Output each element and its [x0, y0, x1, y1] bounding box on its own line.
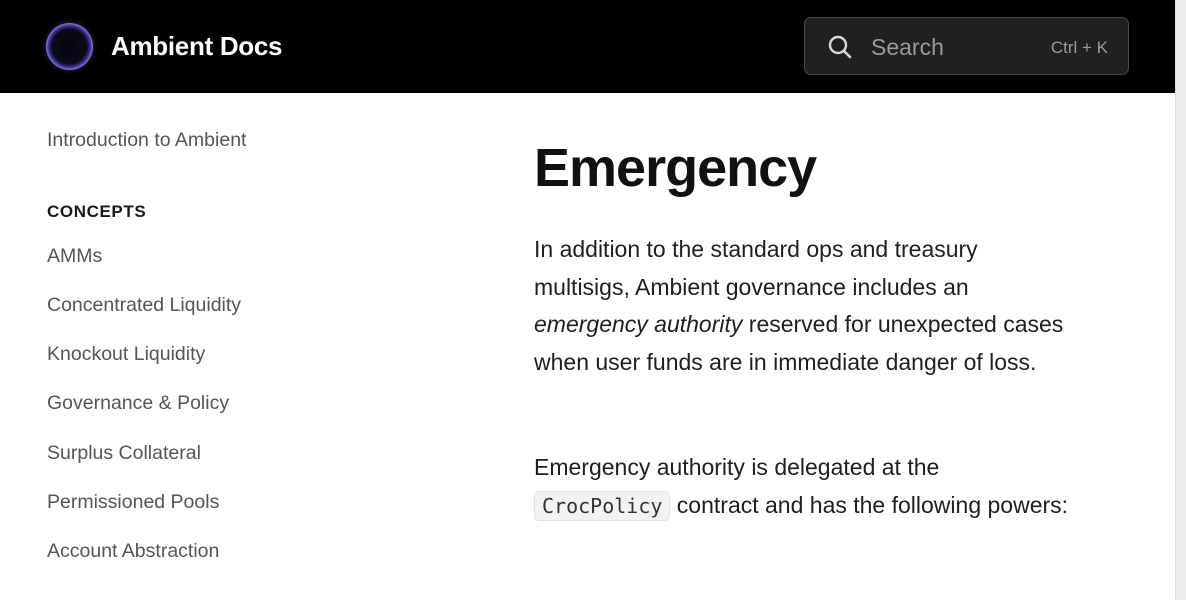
- sidebar-item-governance-policy[interactable]: Governance & Policy: [47, 390, 229, 416]
- ambient-logo-icon[interactable]: [46, 23, 93, 70]
- sidebar-item-account-abstraction[interactable]: Account Abstraction: [47, 538, 219, 564]
- sidebar-item-knockout-liquidity[interactable]: Knockout Liquidity: [47, 341, 205, 367]
- page-title: Emergency: [534, 138, 817, 198]
- intro-paragraph: In addition to the standard ops and trea…: [534, 231, 1074, 381]
- sidebar-item-permissioned-pools[interactable]: Permissioned Pools: [47, 489, 219, 515]
- powers-text-start: Emergency authority is delegated at the: [534, 454, 940, 480]
- sidebar-item-concentrated-liquidity[interactable]: Concentrated Liquidity: [47, 292, 241, 318]
- crocpolicy-code: CrocPolicy: [534, 490, 671, 521]
- page-scrollbar[interactable]: [1175, 0, 1186, 600]
- emergency-authority-emphasis: emergency authority: [534, 311, 743, 338]
- intro-text-start: In addition to the standard ops and trea…: [534, 236, 978, 300]
- sidebar-item-surplus-collateral[interactable]: Surplus Collateral: [47, 440, 201, 466]
- search-icon: [828, 35, 852, 59]
- powers-paragraph: Emergency authority is delegated at the …: [534, 449, 1074, 525]
- sidebar-item-amms[interactable]: AMMs: [47, 243, 102, 269]
- sidebar-item-introduction[interactable]: Introduction to Ambient: [47, 127, 246, 153]
- search-shortcut-hint: Ctrl + K: [1050, 38, 1108, 57]
- search-box[interactable]: Search Ctrl + K: [804, 17, 1129, 75]
- sidebar-section-concepts: CONCEPTS: [47, 202, 147, 221]
- site-title[interactable]: Ambient Docs: [111, 29, 283, 63]
- search-placeholder: Search: [871, 34, 944, 60]
- top-navbar: Ambient Docs Search Ctrl + K: [0, 0, 1175, 93]
- powers-text-end: contract and has the following powers:: [670, 491, 1069, 518]
